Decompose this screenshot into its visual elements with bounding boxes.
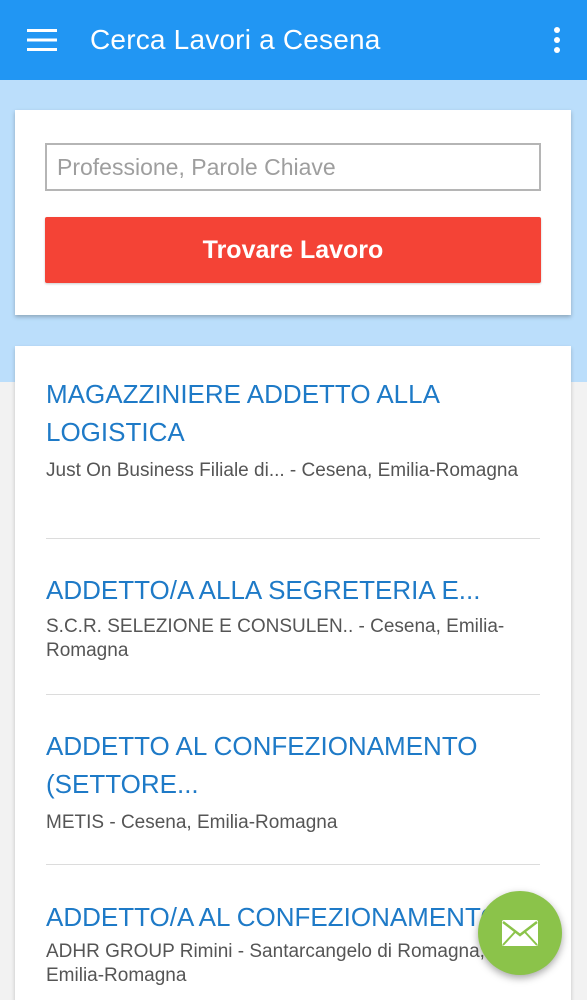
more-options-button[interactable] (527, 0, 587, 80)
hamburger-menu-icon (27, 29, 57, 51)
email-icon (502, 920, 538, 946)
job-results-list: MAGAZZINIERE ADDETTO ALLA LOGISTICA Just… (15, 346, 571, 1000)
job-title: ADDETTO AL CONFEZIONAMENTO (SETTORE... (46, 731, 478, 799)
job-title: MAGAZZINIERE ADDETTO ALLA LOGISTICA (46, 379, 439, 447)
job-list-item[interactable]: ADDETTO/A AL CONFEZIONAMENTO ADHR GROUP … (46, 865, 540, 988)
job-list-item[interactable]: MAGAZZINIERE ADDETTO ALLA LOGISTICA Just… (46, 346, 540, 539)
job-list-item[interactable]: ADDETTO AL CONFEZIONAMENTO (SETTORE... M… (46, 695, 540, 865)
search-card: Trovare Lavoro (15, 110, 571, 315)
page-title: Cerca Lavori a Cesena (90, 24, 381, 55)
app-screen: Cerca Lavori a Cesena Trovare Lavoro MAG… (0, 0, 587, 1000)
job-company-location: S.C.R. SELEZIONE E CONSULEN.. - Cesena, … (46, 616, 505, 661)
email-fab-button[interactable] (478, 891, 562, 975)
menu-button[interactable] (0, 0, 84, 80)
job-company-location: ADHR GROUP Rimini - Santarcangelo di Rom… (46, 941, 485, 986)
job-company-location: METIS - Cesena, Emilia-Romagna (46, 812, 338, 833)
job-title: ADDETTO/A ALLA SEGRETERIA E... (46, 575, 481, 605)
more-vert-icon (554, 27, 560, 53)
job-title: ADDETTO/A AL CONFEZIONAMENTO (46, 902, 501, 932)
app-bar: Cerca Lavori a Cesena (0, 0, 587, 80)
find-jobs-button[interactable]: Trovare Lavoro (45, 217, 541, 283)
job-company-location: Just On Business Filiale di... - Cesena,… (46, 460, 519, 481)
job-list-item[interactable]: ADDETTO/A ALLA SEGRETERIA E... S.C.R. SE… (46, 539, 540, 695)
search-input[interactable] (45, 143, 541, 191)
